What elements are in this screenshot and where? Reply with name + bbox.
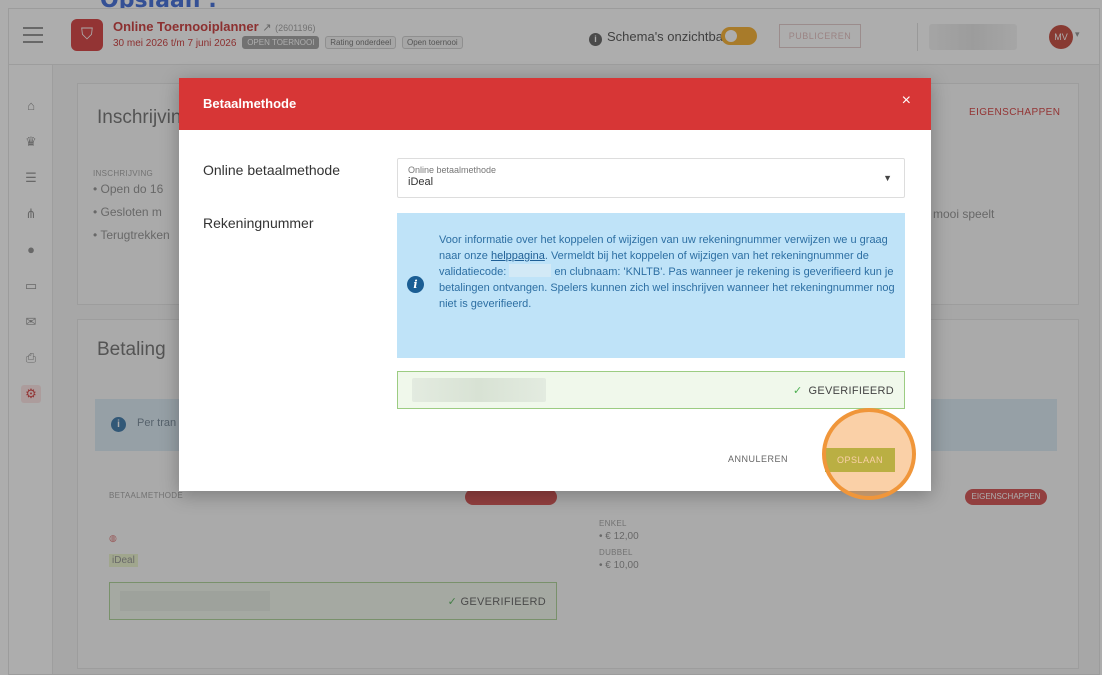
dialog-title: Betaalmethode [203, 96, 297, 111]
select-floating-label: Online betaalmethode [408, 165, 497, 175]
verified-status: ✓ GEVERIFIEERD [792, 385, 894, 397]
rekening-info-box: i Voor informatie over het koppelen of w… [397, 213, 905, 358]
helppagina-link[interactable]: helppagina [491, 250, 545, 262]
rekening-info-text: Voor informatie over het koppelen of wij… [439, 234, 895, 310]
online-betaalmethode-label: Online betaalmethode [203, 162, 340, 178]
cancel-button[interactable]: ANNULEREN [728, 454, 788, 464]
dialog-header: Betaalmethode × [179, 78, 931, 130]
validation-code-blurred [509, 264, 552, 277]
info-icon: i [407, 276, 424, 293]
betaalmethode-select[interactable]: Online betaalmethode iDeal ▼ [397, 158, 905, 198]
verified-account-field: ✓ GEVERIFIEERD [397, 371, 905, 409]
rekeningnummer-label: Rekeningnummer [203, 215, 314, 231]
caret-down-icon: ▼ [883, 173, 892, 183]
save-button[interactable]: OPSLAAN [825, 448, 895, 472]
select-value: iDeal [408, 176, 434, 188]
account-number-blurred [412, 378, 546, 402]
betaalmethode-dialog: Betaalmethode × Online betaalmethode Onl… [179, 78, 931, 491]
check-icon: ✓ [792, 385, 803, 397]
close-icon[interactable]: × [902, 92, 911, 110]
